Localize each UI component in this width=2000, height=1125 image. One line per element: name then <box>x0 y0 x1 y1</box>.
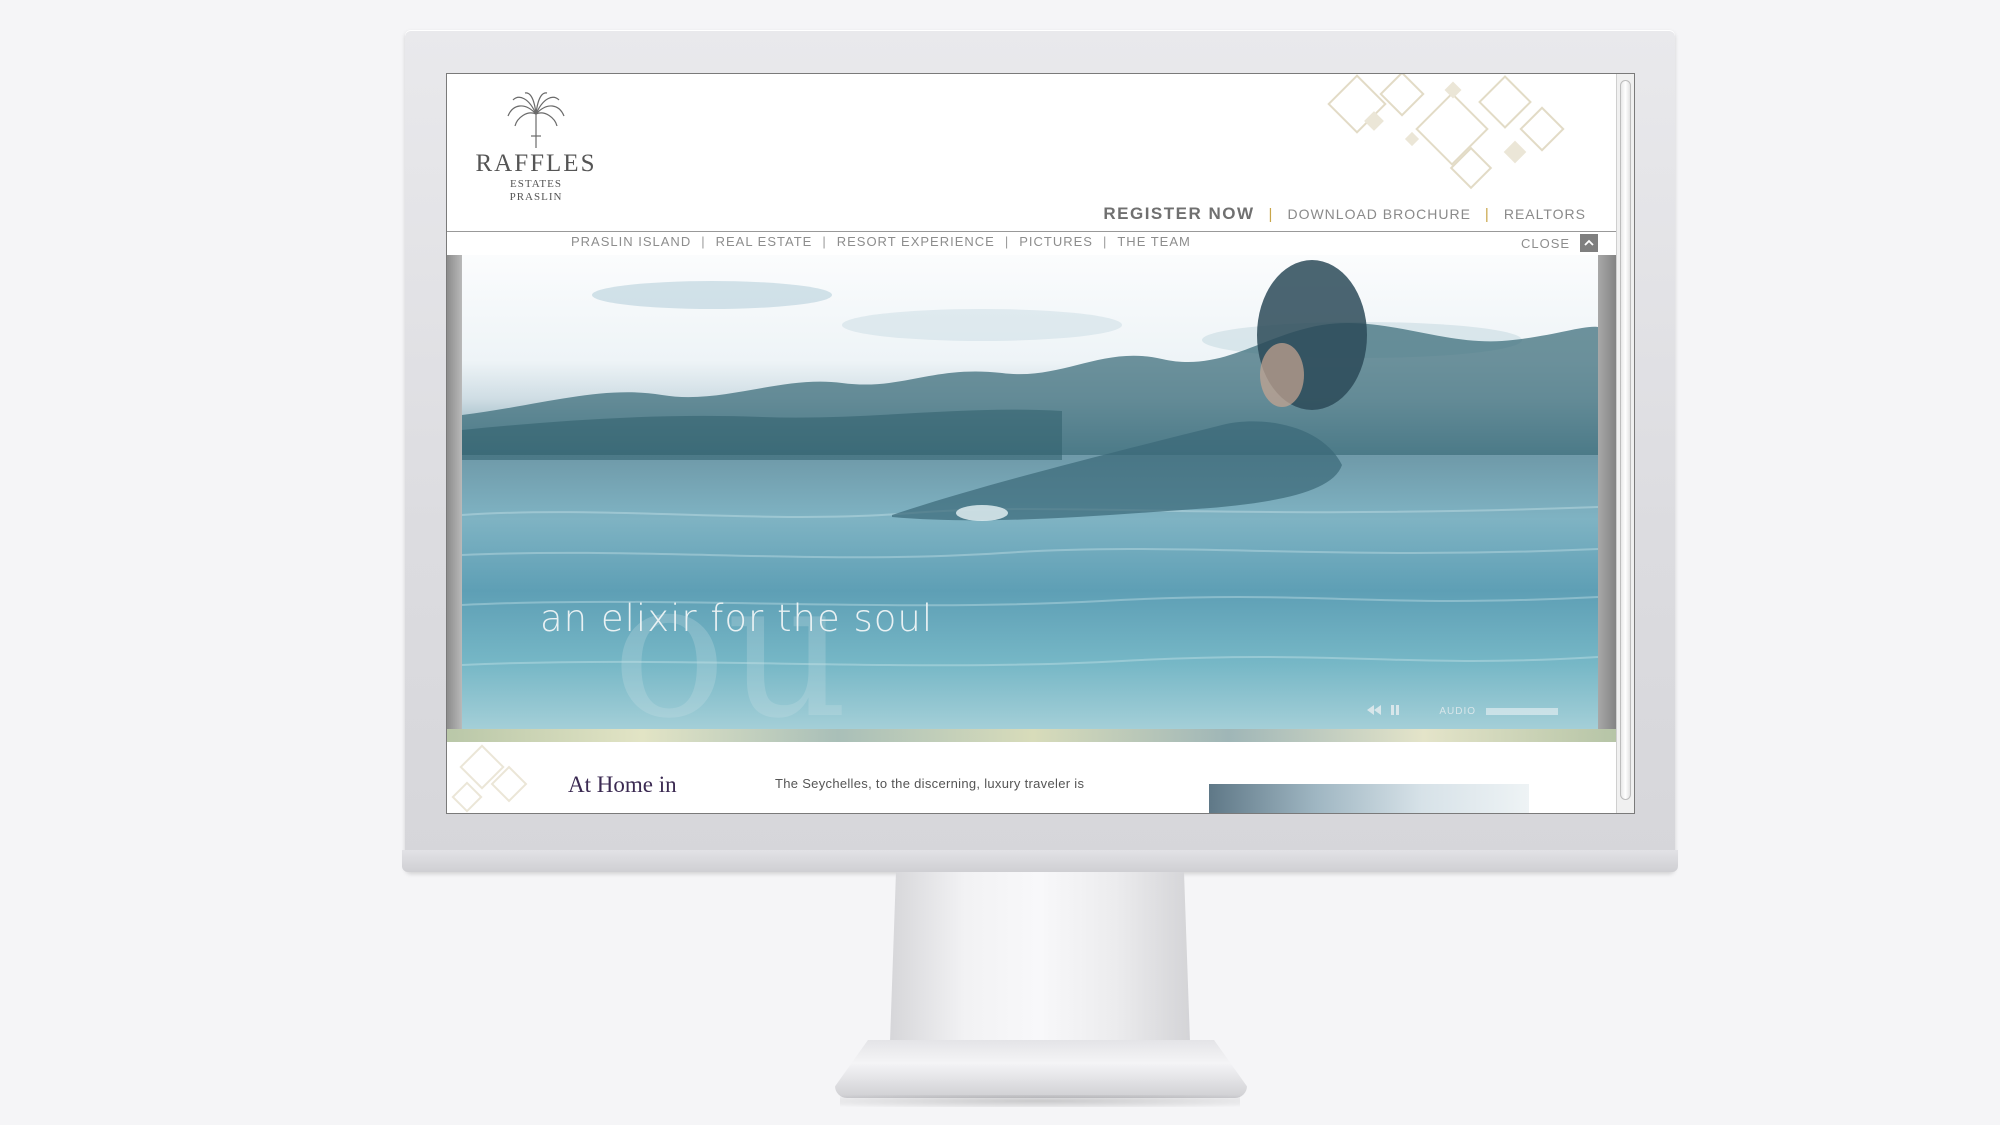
monitor-stand-neck <box>890 872 1190 1042</box>
realtors-link[interactable]: REALTORS <box>1504 206 1586 222</box>
audio-label: AUDIO <box>1439 706 1476 717</box>
nav-separator: | <box>1102 234 1108 249</box>
logo-wordmark: RAFFLES <box>475 150 597 177</box>
hero-tagline: an elixir for the soul <box>540 597 934 640</box>
section-title: At Home in <box>568 772 677 797</box>
utility-links: REGISTER NOW | DOWNLOAD BROCHURE | REALT… <box>1103 204 1586 224</box>
nav-item-pictures[interactable]: PICTURES <box>1019 234 1093 249</box>
nav-item-praslin-island[interactable]: PRASLIN ISLAND <box>571 234 691 249</box>
vertical-scrollbar[interactable] <box>1616 74 1634 813</box>
link-separator: | <box>1484 205 1490 223</box>
header-divider <box>447 231 1619 232</box>
chevron-up-icon <box>1580 234 1599 252</box>
download-brochure-link[interactable]: DOWNLOAD BROCHURE <box>1287 206 1470 222</box>
rewind-icon[interactable] <box>1367 705 1382 718</box>
monitor-chin <box>402 850 1678 872</box>
nav-item-resort-experience[interactable]: RESORT EXPERIENCE <box>837 234 995 249</box>
decorative-pattern <box>451 744 528 813</box>
main-navigation: PRASLIN ISLAND | REAL ESTATE | RESORT EX… <box>571 234 1191 249</box>
nav-separator: | <box>822 234 827 249</box>
desktop-scene: RAFFLES ESTATES PRASLIN REGISTER NOW | D… <box>0 0 2000 1125</box>
section-intro-text: The Seychelles, to the discerning, luxur… <box>775 776 1085 791</box>
palm-tree-icon <box>507 92 565 148</box>
logo-subline-1: ESTATES <box>510 178 562 190</box>
hero-image: ou an elixir for the soul AUDIO <box>462 255 1598 735</box>
nav-separator: | <box>1004 234 1010 249</box>
hero-banner: ou an elixir for the soul AUDIO <box>447 255 1619 742</box>
intro-section: At Home in The Seychelles, to the discer… <box>447 742 1619 813</box>
register-now-link[interactable]: REGISTER NOW <box>1103 204 1254 224</box>
scrollbar-thumb[interactable] <box>1620 80 1631 800</box>
hero-bottom-border <box>447 729 1619 742</box>
monitor-stand-base <box>835 1040 1247 1098</box>
section-thumbnail-image[interactable] <box>1209 784 1529 813</box>
nav-separator: | <box>701 234 706 249</box>
decorative-pattern <box>1327 74 1565 190</box>
hero-frame-left <box>447 255 462 742</box>
pause-icon[interactable] <box>1391 705 1400 718</box>
close-hero-button[interactable]: CLOSE <box>1521 234 1599 252</box>
monitor-stand-shadow <box>840 1095 1240 1107</box>
hero-scene-graphic: ou <box>462 260 1598 735</box>
audio-controls: AUDIO <box>1367 705 1558 718</box>
close-label: CLOSE <box>1521 235 1571 251</box>
raffles-logo[interactable]: RAFFLES ESTATES PRASLIN <box>461 92 611 204</box>
nav-item-the-team[interactable]: THE TEAM <box>1117 234 1191 249</box>
audio-volume-slider[interactable] <box>1486 708 1558 715</box>
nav-item-real-estate[interactable]: REAL ESTATE <box>716 234 813 249</box>
browser-screen: RAFFLES ESTATES PRASLIN REGISTER NOW | D… <box>446 73 1635 814</box>
link-separator: | <box>1268 205 1274 223</box>
logo-subline-2: PRASLIN <box>509 191 563 203</box>
